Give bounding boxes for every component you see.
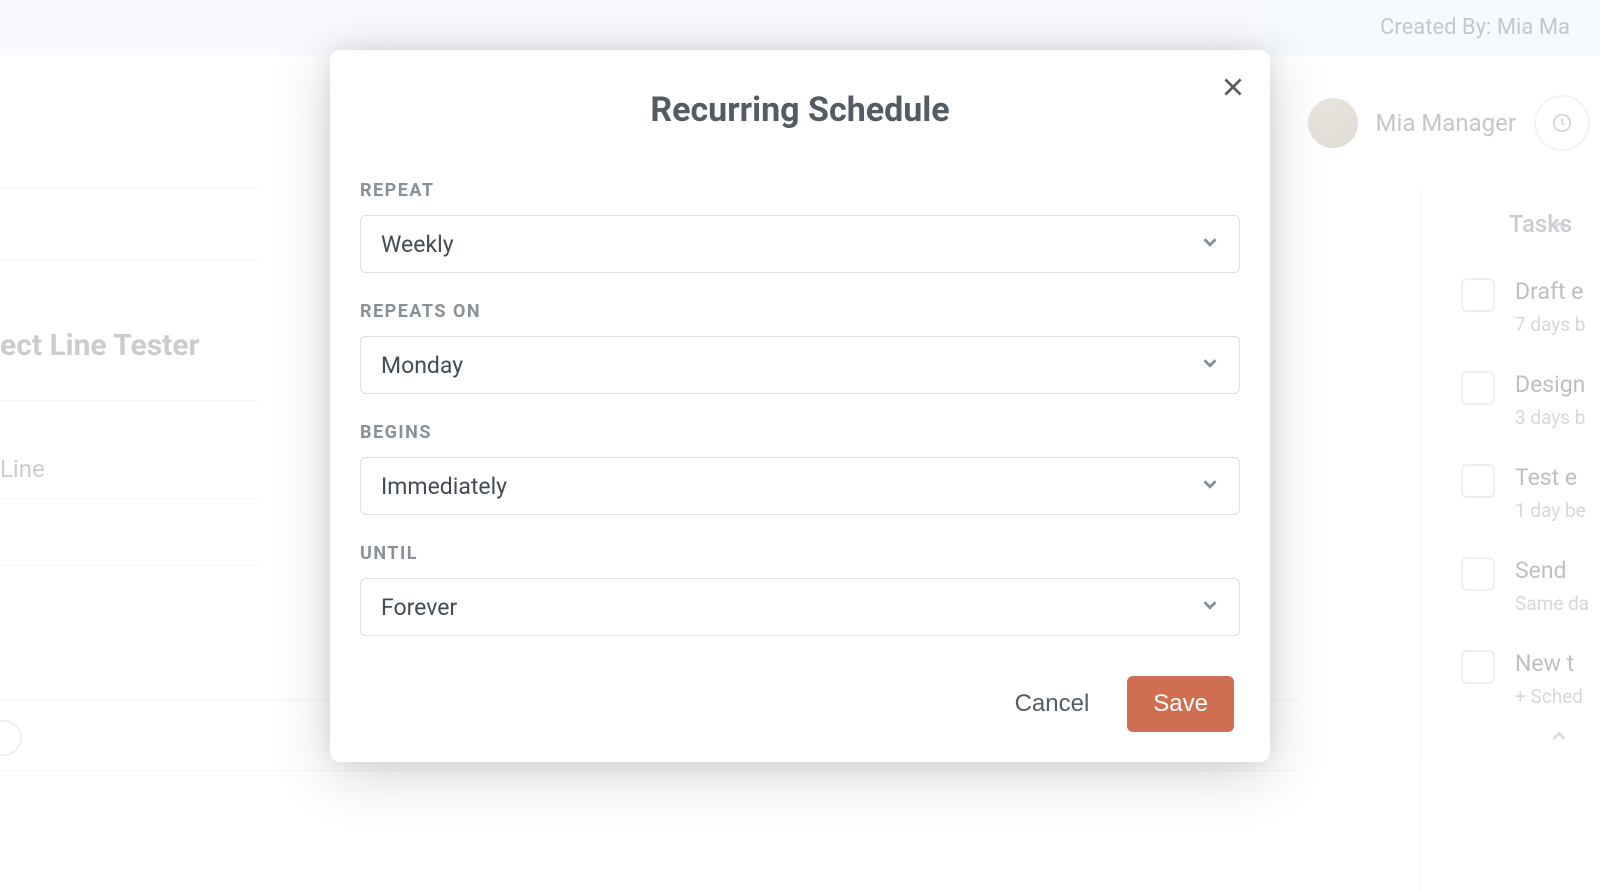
until-value: Forever — [381, 594, 457, 621]
chevron-down-icon — [1199, 231, 1221, 257]
cancel-button[interactable]: Cancel — [1007, 676, 1098, 732]
repeat-value: Weekly — [381, 231, 454, 258]
save-button[interactable]: Save — [1127, 676, 1234, 732]
begins-value: Immediately — [381, 473, 507, 500]
field-label-until: UNTIL — [360, 543, 1240, 564]
until-select[interactable]: Forever — [360, 578, 1240, 636]
field-label-repeat: REPEAT — [360, 180, 1240, 201]
begins-select[interactable]: Immediately — [360, 457, 1240, 515]
field-begins: BEGINS Immediately — [360, 422, 1240, 515]
field-repeat: REPEAT Weekly — [360, 180, 1240, 273]
repeats-on-value: Monday — [381, 352, 463, 379]
chevron-down-icon — [1199, 473, 1221, 499]
field-label-repeats-on: REPEATS ON — [360, 301, 1240, 322]
close-icon — [1220, 74, 1246, 100]
close-button[interactable] — [1220, 74, 1246, 100]
chevron-down-icon — [1199, 352, 1221, 378]
field-until: UNTIL Forever — [360, 543, 1240, 636]
repeats-on-select[interactable]: Monday — [360, 336, 1240, 394]
modal-overlay: Recurring Schedule REPEAT Weekly REPEATS… — [0, 0, 1600, 890]
recurring-schedule-modal: Recurring Schedule REPEAT Weekly REPEATS… — [330, 50, 1270, 762]
field-label-begins: BEGINS — [360, 422, 1240, 443]
chevron-down-icon — [1199, 594, 1221, 620]
repeat-select[interactable]: Weekly — [360, 215, 1240, 273]
field-repeats-on: REPEATS ON Monday — [360, 301, 1240, 394]
modal-title: Recurring Schedule — [360, 90, 1240, 130]
modal-footer: Cancel Save — [360, 676, 1240, 732]
